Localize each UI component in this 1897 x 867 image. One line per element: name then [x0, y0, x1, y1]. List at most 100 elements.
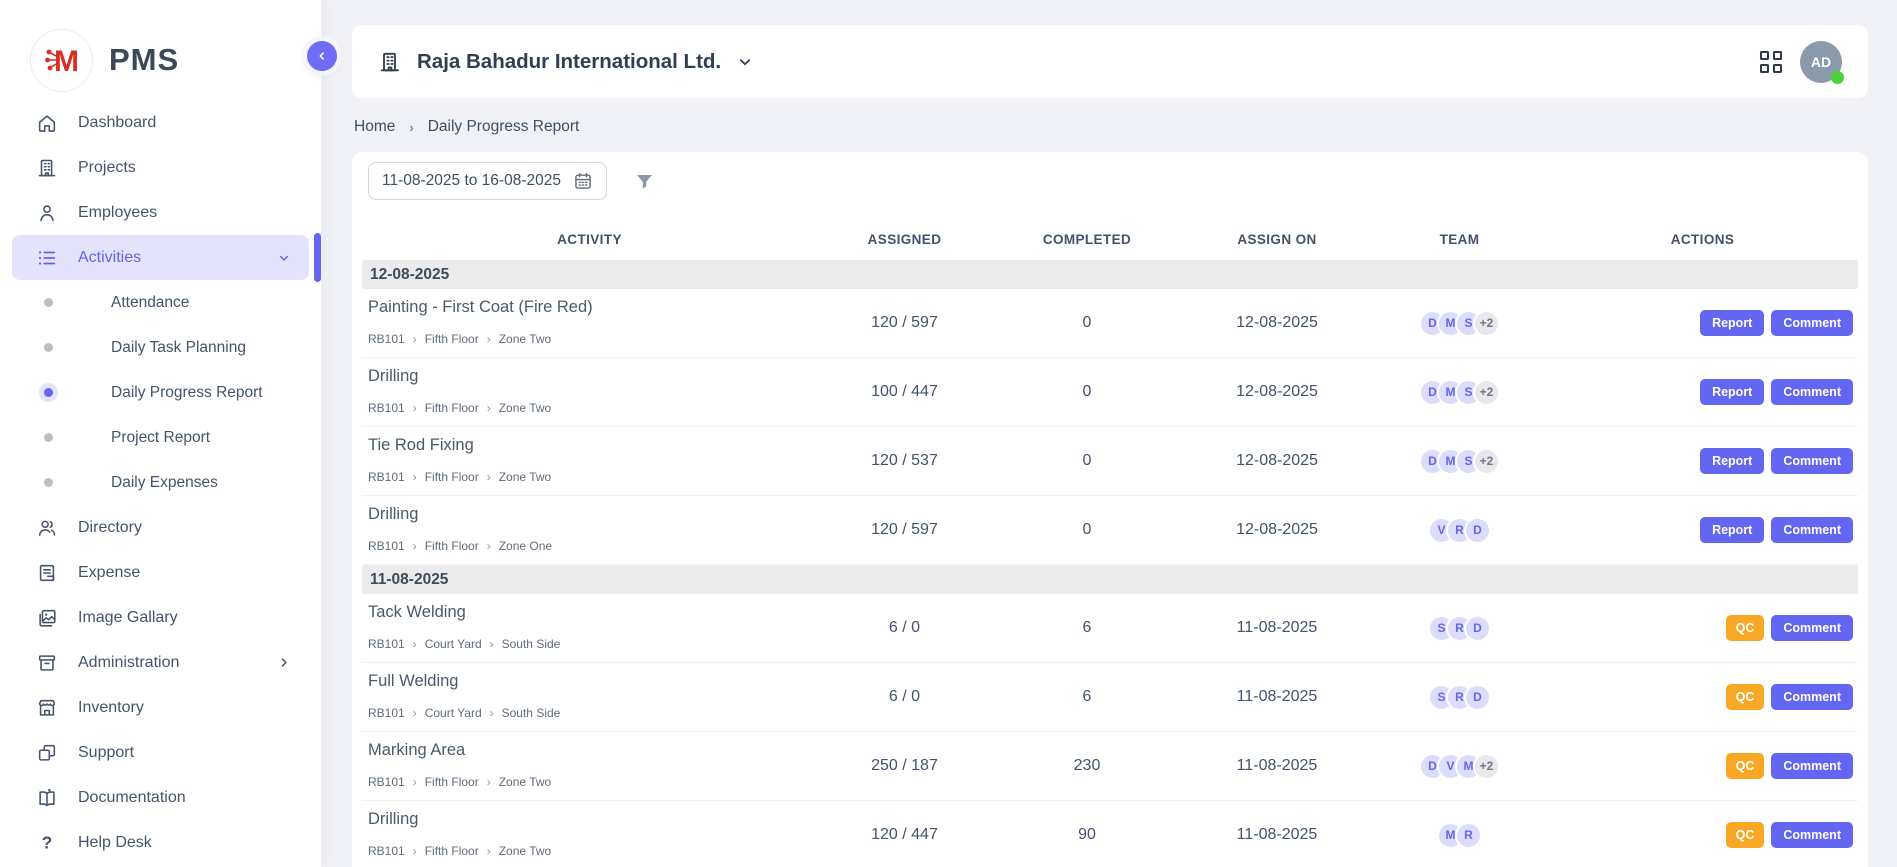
- sidebar-item-label: Dashboard: [78, 114, 156, 132]
- comment-button[interactable]: Comment: [1771, 753, 1853, 779]
- table-body: 12-08-2025Painting - First Coat (Fire Re…: [362, 260, 1858, 867]
- report-card: 11-08-2025 to 16-08-2025 ACTIVITY ASSIGN…: [352, 152, 1868, 867]
- sidebar-subitem-daily-expenses[interactable]: Daily Expenses: [12, 460, 309, 505]
- report-button[interactable]: Report: [1700, 379, 1764, 405]
- activity-location-path: RB101›Fifth Floor›Zone Two: [368, 844, 817, 858]
- path-separator-icon: ›: [413, 637, 417, 651]
- sidebar-item-employees[interactable]: Employees: [12, 190, 309, 235]
- user-avatar[interactable]: AD: [1800, 41, 1842, 83]
- sidebar-item-administration[interactable]: Administration: [12, 640, 309, 685]
- sidebar-item-label: Administration: [78, 654, 179, 672]
- sidebar-item-directory[interactable]: Directory: [12, 505, 309, 550]
- assigned-value: 120 / 447: [817, 826, 992, 844]
- path-segment: Fifth Floor: [425, 470, 479, 484]
- chevron-right-icon: ›: [409, 120, 413, 135]
- sidebar-item-dashboard[interactable]: Dashboard: [12, 100, 309, 145]
- qc-button[interactable]: QC: [1726, 615, 1765, 641]
- sidebar-item-label: Support: [78, 744, 134, 762]
- building-icon: [36, 157, 58, 179]
- comment-button[interactable]: Comment: [1771, 615, 1853, 641]
- row-actions: Report Comment: [1547, 379, 1858, 405]
- completed-value: 0: [992, 314, 1182, 332]
- path-separator-icon: ›: [490, 706, 494, 720]
- date-range-input[interactable]: 11-08-2025 to 16-08-2025: [368, 162, 607, 200]
- team-avatar-group[interactable]: DVM+2: [1372, 753, 1547, 780]
- activity-title: Painting - First Coat (Fire Red): [368, 298, 817, 317]
- qc-button[interactable]: QC: [1726, 822, 1765, 848]
- comment-button[interactable]: Comment: [1771, 517, 1853, 543]
- qc-button[interactable]: QC: [1726, 684, 1765, 710]
- report-button[interactable]: Report: [1700, 310, 1764, 336]
- qc-button[interactable]: QC: [1726, 753, 1765, 779]
- team-avatar-group[interactable]: MR: [1372, 822, 1547, 849]
- sidebar-item-projects[interactable]: Projects: [12, 145, 309, 190]
- activity-row: Tack WeldingRB101›Court Yard›South Side6…: [362, 594, 1858, 663]
- sidebar-subitem-daily-progress-report[interactable]: Daily Progress Report: [12, 370, 309, 415]
- sidebar-item-inventory[interactable]: Inventory: [12, 685, 309, 730]
- row-actions: QCComment: [1547, 753, 1858, 779]
- path-segment: RB101: [368, 539, 405, 553]
- company-selector[interactable]: Raja Bahadur International Ltd.: [378, 50, 754, 74]
- path-separator-icon: ›: [490, 637, 494, 651]
- sidebar-subitem-project-report[interactable]: Project Report: [12, 415, 309, 460]
- logo[interactable]: M PMS: [0, 0, 321, 95]
- activity-location-path: RB101›Fifth Floor›Zone Two: [368, 401, 817, 415]
- store-icon: [36, 697, 58, 719]
- assign-on-date: 11-08-2025: [1182, 757, 1372, 775]
- team-avatar-group[interactable]: VRD: [1372, 517, 1547, 544]
- activity-title: Drilling: [368, 505, 817, 524]
- bullet-icon: [44, 388, 53, 397]
- breadcrumb-home-link[interactable]: Home: [354, 118, 395, 136]
- team-avatar-group[interactable]: DMS+2: [1372, 448, 1547, 475]
- row-actions: QCComment: [1547, 684, 1858, 710]
- sidebar-item-support[interactable]: Support: [12, 730, 309, 775]
- path-segment: Fifth Floor: [425, 844, 479, 858]
- path-segment: South Side: [502, 706, 561, 720]
- sidebar-item-image-gallery[interactable]: Image Gallary: [12, 595, 309, 640]
- completed-value: 230: [992, 757, 1182, 775]
- activity-row: DrillingRB101›Fifth Floor›Zone One120 / …: [362, 496, 1858, 565]
- brand-logo-icon: M: [30, 29, 93, 92]
- team-extra-count: +2: [1473, 310, 1500, 337]
- activity-location-path: RB101›Fifth Floor›Zone One: [368, 539, 817, 553]
- sidebar-subitem-daily-task-planning[interactable]: Daily Task Planning: [12, 325, 309, 370]
- column-header-activity: ACTIVITY: [362, 232, 817, 247]
- sidebar-item-help-desk[interactable]: ? Help Desk: [12, 820, 309, 865]
- path-segment: Zone Two: [499, 844, 551, 858]
- assigned-value: 100 / 447: [817, 383, 992, 401]
- comment-button[interactable]: Comment: [1771, 448, 1853, 474]
- team-extra-count: +2: [1473, 753, 1500, 780]
- sidebar-item-activities[interactable]: Activities: [12, 235, 309, 280]
- activity-title: Tie Rod Fixing: [368, 436, 817, 455]
- report-button[interactable]: Report: [1700, 448, 1764, 474]
- sidebar-collapse-button[interactable]: [307, 41, 337, 71]
- team-avatar-group[interactable]: SRD: [1372, 615, 1547, 642]
- report-button[interactable]: Report: [1700, 517, 1764, 543]
- row-actions: QCComment: [1547, 822, 1858, 848]
- filter-funnel-icon[interactable]: [634, 171, 655, 192]
- path-segment: Zone One: [499, 539, 552, 553]
- sidebar-subitem-attendance[interactable]: Attendance: [12, 280, 309, 325]
- comment-button[interactable]: Comment: [1771, 822, 1853, 848]
- sidebar-item-documentation[interactable]: Documentation: [12, 775, 309, 820]
- activity-cell: Full WeldingRB101›Court Yard›South Side: [362, 663, 817, 731]
- team-extra-count: +2: [1473, 379, 1500, 406]
- activity-cell: DrillingRB101›Fifth Floor›Zone Two: [362, 358, 817, 426]
- sidebar-item-expense[interactable]: Expense: [12, 550, 309, 595]
- row-actions: Report Comment: [1547, 517, 1858, 543]
- column-header-assigned: ASSIGNED: [817, 232, 992, 247]
- svg-text:M: M: [54, 45, 79, 78]
- sidebar-subitem-label: Daily Task Planning: [111, 339, 246, 357]
- apps-grid-icon[interactable]: [1760, 51, 1782, 73]
- comment-button[interactable]: Comment: [1771, 684, 1853, 710]
- comment-button[interactable]: Comment: [1771, 379, 1853, 405]
- comment-button[interactable]: Comment: [1771, 310, 1853, 336]
- activity-title: Drilling: [368, 810, 817, 829]
- team-avatar-group[interactable]: DMS+2: [1372, 310, 1547, 337]
- assign-on-date: 11-08-2025: [1182, 688, 1372, 706]
- person-icon: [36, 202, 58, 224]
- team-avatar-group[interactable]: SRD: [1372, 684, 1547, 711]
- activity-title: Full Welding: [368, 672, 817, 691]
- team-avatar-group[interactable]: DMS+2: [1372, 379, 1547, 406]
- sidebar-subitem-label: Attendance: [111, 294, 189, 312]
